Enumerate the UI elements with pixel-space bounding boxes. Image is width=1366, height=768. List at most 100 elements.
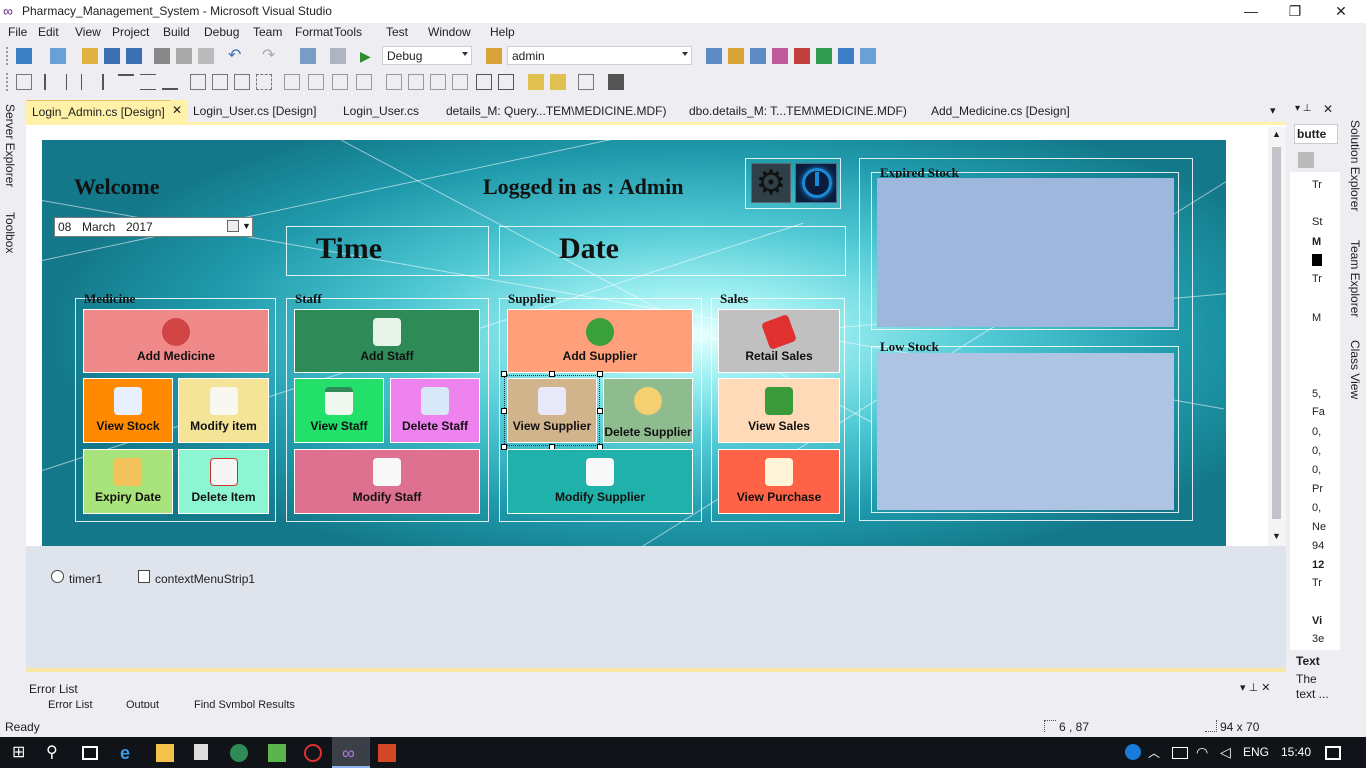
- increase-horizontal-spacing-icon[interactable]: [308, 74, 324, 90]
- chevron-up-icon[interactable]: ︿: [1148, 744, 1166, 762]
- view-sales-button[interactable]: View Sales: [718, 378, 840, 443]
- solution-explorer-tab[interactable]: Solution Explorer: [1348, 120, 1362, 211]
- align-rights-icon[interactable]: [88, 74, 104, 90]
- app-icon-3[interactable]: [304, 744, 322, 762]
- view-staff-button[interactable]: View Staff: [294, 378, 384, 443]
- designer-vertical-scrollbar[interactable]: ▲ ▼: [1268, 127, 1286, 546]
- toolbar-icon-2[interactable]: [728, 48, 744, 64]
- center-vertically-icon[interactable]: [498, 74, 514, 90]
- timer1-component[interactable]: timer1: [69, 572, 102, 586]
- redo-icon[interactable]: ↷: [262, 48, 278, 64]
- chevron-down-icon[interactable]: ▼: [242, 221, 251, 231]
- menu-help[interactable]: Help: [485, 25, 520, 39]
- minimize-button[interactable]: —: [1228, 0, 1274, 23]
- menu-tools[interactable]: Tools: [329, 25, 367, 39]
- menu-project[interactable]: Project: [107, 25, 154, 39]
- add-staff-button[interactable]: Add Staff: [294, 309, 480, 373]
- categorized-icon[interactable]: [1298, 152, 1314, 168]
- remove-vertical-spacing-icon[interactable]: [452, 74, 468, 90]
- edge-icon[interactable]: e: [120, 744, 138, 762]
- panel-options-icon[interactable]: ▾ ⊥ ✕: [1240, 681, 1270, 694]
- resize-handle[interactable]: [597, 371, 603, 377]
- navigate-backward-icon[interactable]: [300, 48, 316, 64]
- menu-test[interactable]: Test: [381, 25, 413, 39]
- resize-handle[interactable]: [549, 371, 555, 377]
- delete-supplier-button[interactable]: Delete Supplier: [603, 378, 693, 443]
- logout-power-icon[interactable]: [795, 163, 837, 203]
- open-file-icon[interactable]: [82, 48, 98, 64]
- close-button[interactable]: ✕: [1318, 0, 1364, 23]
- windows-start-icon[interactable]: ⊞: [12, 744, 30, 762]
- app-icon-2[interactable]: [268, 744, 286, 762]
- menu-build[interactable]: Build: [158, 25, 195, 39]
- resize-handle[interactable]: [501, 371, 507, 377]
- restore-button[interactable]: ❐: [1272, 0, 1318, 23]
- powerpoint-icon[interactable]: [378, 744, 396, 762]
- notifications-icon[interactable]: [1325, 746, 1341, 760]
- align-centers-icon[interactable]: [66, 74, 82, 90]
- visual-studio-task-button[interactable]: ∞: [332, 737, 370, 768]
- align-tops-icon[interactable]: [118, 74, 134, 90]
- pin-icon[interactable]: ▾ ⊥: [1295, 103, 1312, 114]
- align-lefts-icon[interactable]: [44, 74, 60, 90]
- align-middles-icon[interactable]: [140, 74, 156, 90]
- increase-vertical-spacing-icon[interactable]: [408, 74, 424, 90]
- settings-gear-icon[interactable]: ⚙: [751, 163, 791, 203]
- menu-view[interactable]: View: [70, 25, 106, 39]
- team-explorer-tab[interactable]: Team Explorer: [1348, 240, 1362, 317]
- toolbar-icon-8[interactable]: [860, 48, 876, 64]
- decrease-vertical-spacing-icon[interactable]: [430, 74, 446, 90]
- make-same-size-icon[interactable]: [234, 74, 250, 90]
- close-panel-icon[interactable]: ✕: [1323, 102, 1333, 116]
- menu-debug[interactable]: Debug: [199, 25, 244, 39]
- close-tab-icon[interactable]: ✕: [170, 100, 188, 122]
- lock-controls-icon[interactable]: [608, 74, 624, 90]
- menu-window[interactable]: Window: [423, 25, 476, 39]
- expired-stock-grid[interactable]: [877, 178, 1174, 327]
- resize-handle[interactable]: [501, 408, 507, 414]
- find-combo[interactable]: admin: [507, 46, 692, 65]
- app-icon-1[interactable]: [230, 744, 248, 762]
- add-medicine-button[interactable]: Add Medicine: [83, 309, 269, 373]
- toolbar-icon-4[interactable]: [772, 48, 788, 64]
- tab-overflow-icon[interactable]: ▾: [1264, 100, 1282, 122]
- scroll-down-icon[interactable]: ▼: [1272, 531, 1281, 541]
- retail-sales-button[interactable]: Retail Sales: [718, 309, 840, 373]
- save-all-icon[interactable]: [126, 48, 142, 64]
- horizontal-spacing-icon[interactable]: [284, 74, 300, 90]
- toolbar-icon-6[interactable]: [816, 48, 832, 64]
- align-bottoms-icon[interactable]: [162, 74, 178, 90]
- toolbar-icon-3[interactable]: [750, 48, 766, 64]
- tab-order-icon[interactable]: [578, 74, 594, 90]
- language-indicator[interactable]: ENG: [1243, 745, 1269, 759]
- delete-staff-button[interactable]: Delete Staff: [390, 378, 480, 443]
- task-view-icon[interactable]: [82, 746, 98, 760]
- toolbar-icon-5[interactable]: [794, 48, 810, 64]
- save-icon[interactable]: [104, 48, 120, 64]
- search-icon[interactable]: ⚲: [46, 744, 64, 762]
- volume-icon[interactable]: ◁: [1220, 744, 1238, 762]
- date-time-picker[interactable]: 08 March 2017 ▼: [54, 217, 253, 237]
- scrollbar-thumb[interactable]: [1272, 147, 1281, 519]
- menu-edit[interactable]: Edit: [33, 25, 64, 39]
- toolbar-icon-1[interactable]: [706, 48, 722, 64]
- solution-configuration-select[interactable]: Debug: [382, 46, 472, 65]
- tab-details-query[interactable]: details_M: Query...TEM\MEDICINE.MDF): [440, 100, 672, 122]
- menu-file[interactable]: File: [3, 25, 32, 39]
- expiry-date-button[interactable]: Expiry Date: [83, 449, 173, 514]
- class-view-tab[interactable]: Class View: [1348, 340, 1362, 399]
- scroll-up-icon[interactable]: ▲: [1272, 129, 1281, 139]
- new-project-icon[interactable]: [16, 48, 32, 64]
- toolbar-grip[interactable]: [6, 73, 10, 91]
- find-in-files-icon[interactable]: [486, 48, 502, 64]
- add-item-icon[interactable]: [50, 48, 66, 64]
- tab-add-medicine-design[interactable]: Add_Medicine.cs [Design]: [925, 100, 1076, 122]
- tab-login-user-code[interactable]: Login_User.cs: [337, 100, 425, 122]
- paste-icon[interactable]: [198, 48, 214, 64]
- tab-login-admin-design[interactable]: Login_Admin.cs [Design]: [26, 100, 186, 122]
- navigate-forward-icon[interactable]: [330, 48, 346, 64]
- send-to-back-icon[interactable]: [550, 74, 566, 90]
- find-symbol-results-tab[interactable]: Find Symbol Results: [178, 699, 295, 708]
- delete-item-button[interactable]: Delete Item: [178, 449, 269, 514]
- modify-supplier-button[interactable]: Modify Supplier: [507, 449, 693, 514]
